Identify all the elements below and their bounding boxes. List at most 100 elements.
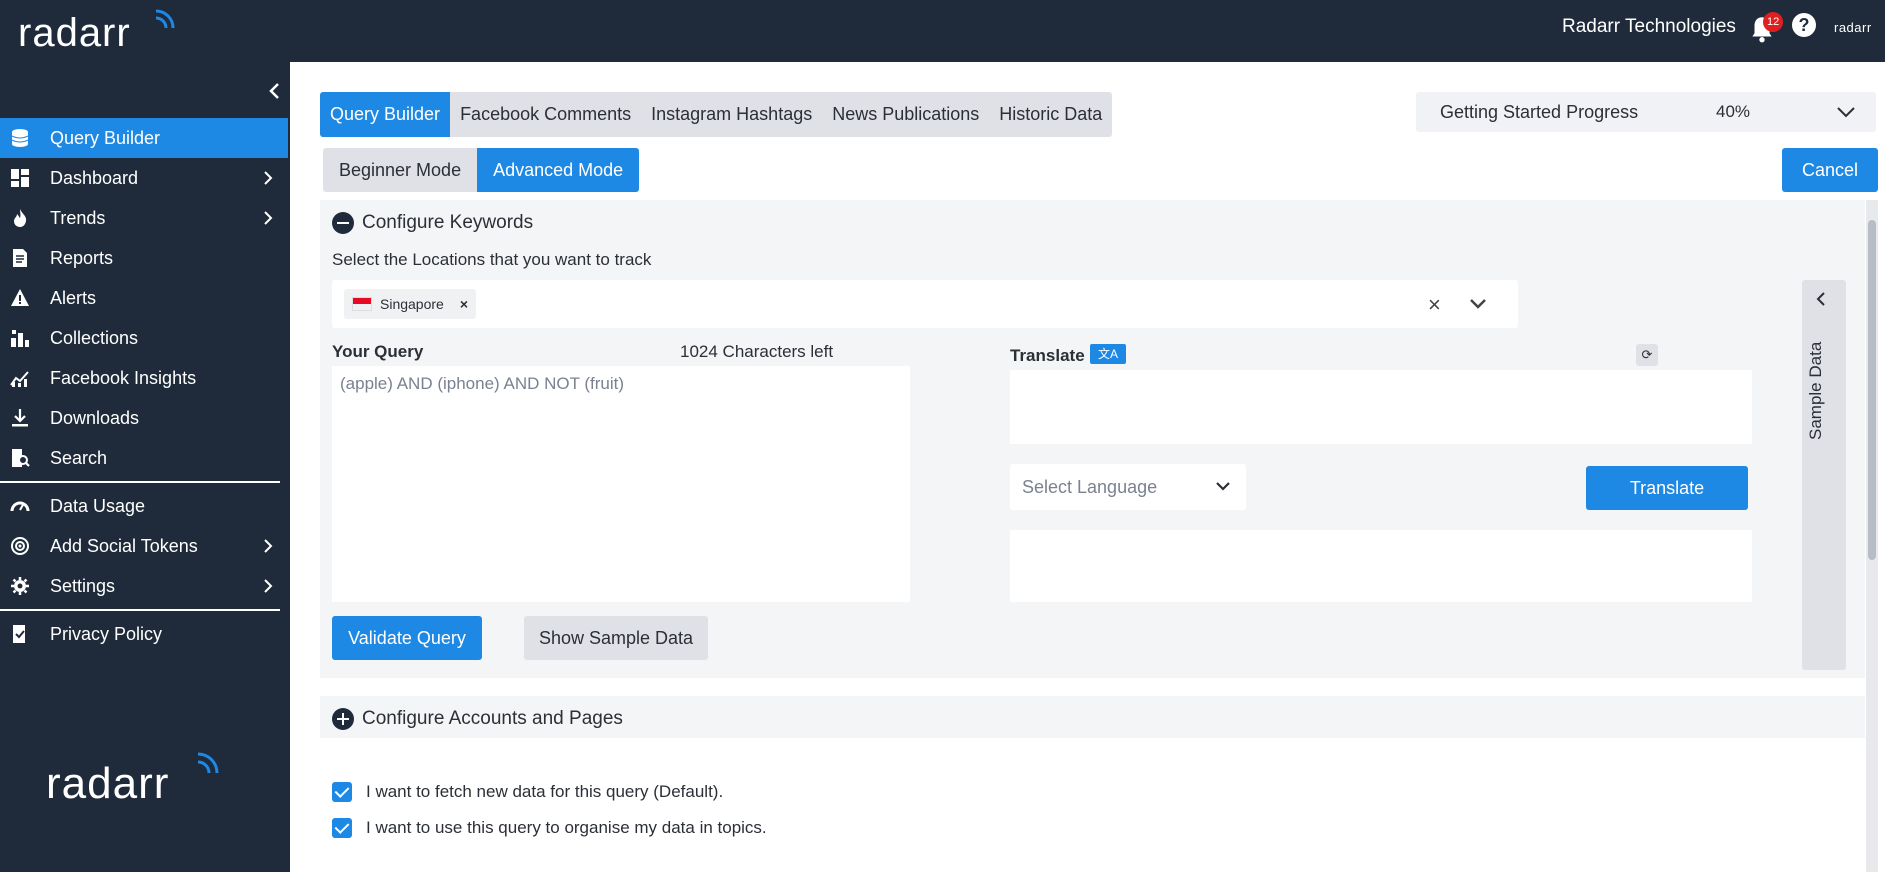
beginner-mode-button[interactable]: Beginner Mode — [323, 148, 477, 192]
chevron-down-icon — [1216, 482, 1230, 491]
show-sample-data-button[interactable]: Show Sample Data — [524, 616, 708, 660]
sidebar-item-add-social-tokens[interactable]: Add Social Tokens — [0, 526, 288, 566]
warning-icon — [11, 289, 29, 306]
translation-output[interactable] — [1010, 530, 1752, 602]
query-label: Your Query — [332, 342, 424, 361]
sidebar-item-label: Downloads — [50, 408, 140, 428]
sample-data-label: Sample Data — [1806, 341, 1825, 440]
progress-percent: 40% — [1716, 102, 1751, 121]
chevron-right-icon — [264, 539, 273, 553]
sidebar-item-label: Data Usage — [50, 496, 146, 516]
remove-chip-icon[interactable]: × — [460, 296, 468, 312]
option-row: I want to use this query to organise my … — [332, 816, 767, 840]
chevron-left-icon[interactable] — [1814, 290, 1828, 308]
sidebar-item-collections[interactable]: Collections — [0, 318, 288, 358]
tab-news-publications[interactable]: News Publications — [822, 92, 989, 137]
sidebar-item-dashboard[interactable]: Dashboard — [0, 158, 288, 198]
chevron-right-icon — [264, 579, 273, 593]
option-label: I want to use this query to organise my … — [366, 818, 767, 837]
organise-topics-checkbox[interactable] — [332, 818, 352, 838]
sidebar-item-label: Facebook Insights — [50, 368, 197, 388]
sample-data-panel[interactable]: Sample Data — [1802, 280, 1846, 670]
section-title: Configure Accounts and Pages — [362, 708, 623, 729]
sidebar: Query Builder Dashboard Trends Reports Alert… — [0, 62, 290, 872]
location-select[interactable]: Singapore × × — [332, 280, 1518, 328]
advanced-mode-button[interactable]: Advanced Mode — [477, 148, 640, 192]
source-tabs: Query Builder Facebook Comments Instagram … — [320, 92, 1113, 137]
progress-label: Getting Started Progress — [1440, 102, 1639, 122]
query-input[interactable] — [332, 366, 910, 602]
tab-historic-data[interactable]: Historic Data — [989, 92, 1112, 137]
option-label: I want to fetch new data for this query … — [366, 782, 724, 801]
svg-text:radarr: radarr — [18, 11, 131, 55]
fetch-data-checkbox[interactable] — [332, 782, 352, 802]
translate-label: Translate — [1010, 346, 1085, 365]
sidebar-item-alerts[interactable]: Alerts — [0, 278, 288, 318]
tab-facebook-comments[interactable]: Facebook Comments — [450, 92, 641, 137]
notification-badge: 12 — [1763, 12, 1784, 32]
sidebar-item-facebook-insights[interactable]: Facebook Insights — [0, 358, 288, 398]
clear-icon[interactable]: × — [1428, 292, 1448, 317]
svg-text:radarr: radarr — [46, 759, 169, 806]
configure-keywords-section: Configure Keywords Select the Locations … — [320, 200, 1865, 678]
sidebar-item-data-usage[interactable]: Data Usage — [0, 486, 288, 526]
section-title: Configure Keywords — [362, 212, 534, 233]
sidebar-item-label: Search — [50, 448, 108, 468]
sidebar-item-label: Settings — [50, 576, 116, 596]
language-select[interactable]: Select Language — [1010, 464, 1246, 510]
tab-instagram-hashtags[interactable]: Instagram Hashtags — [641, 92, 822, 137]
chart-line-icon — [10, 371, 29, 387]
sidebar-divider — [0, 609, 280, 611]
collapse-minus-icon[interactable] — [332, 212, 354, 234]
sidebar-item-label: Alerts — [50, 288, 97, 308]
sidebar-item-label: Collections — [50, 328, 139, 348]
sidebar-item-settings[interactable]: Settings — [0, 566, 288, 606]
characters-left: 1024 Characters left — [680, 342, 834, 361]
tab-query-builder[interactable]: Query Builder — [320, 92, 451, 137]
scrollbar[interactable] — [1866, 200, 1878, 872]
sidebar-collapse-icon[interactable] — [268, 82, 288, 102]
sidebar-item-label: Add Social Tokens — [50, 536, 198, 556]
scroll-thumb[interactable] — [1868, 220, 1876, 560]
chevron-right-icon — [264, 171, 273, 185]
gear-icon — [11, 577, 29, 595]
chevron-down-icon[interactable] — [1836, 104, 1856, 120]
sidebar-divider — [0, 481, 280, 483]
flame-icon — [14, 209, 27, 227]
sidebar-item-trends[interactable]: Trends — [0, 198, 288, 238]
top-bar: radarr Radarr Technologies 12 ? radarr — [0, 0, 1885, 62]
help-icon[interactable]: ? — [1792, 13, 1816, 37]
configure-accounts-section: Configure Accounts and Pages — [320, 696, 1865, 738]
collections-icon — [11, 330, 29, 347]
cancel-button[interactable]: Cancel — [1782, 148, 1878, 192]
sidebar-item-downloads[interactable]: Downloads — [0, 398, 288, 438]
sidebar-item-reports[interactable]: Reports — [0, 238, 288, 278]
chevron-right-icon — [264, 211, 273, 225]
location-chip-label: Singapore — [380, 296, 444, 312]
sidebar-item-privacy-policy[interactable]: Privacy Policy — [0, 614, 288, 654]
singapore-flag-icon — [352, 297, 372, 311]
sidebar-item-query-builder[interactable]: Query Builder — [0, 118, 288, 158]
translate-button[interactable]: Translate — [1586, 466, 1748, 510]
target-icon — [11, 537, 29, 555]
expand-plus-icon[interactable] — [332, 708, 354, 730]
sidebar-nav: Query Builder Dashboard Trends Reports Alert… — [0, 118, 288, 654]
radarr-logo[interactable]: radarr — [18, 6, 188, 56]
account-logo[interactable]: radarr — [1834, 20, 1872, 35]
sidebar-item-search[interactable]: Search — [0, 438, 288, 478]
refresh-icon[interactable]: ⟳ — [1636, 344, 1658, 366]
gauge-icon — [10, 501, 30, 512]
getting-started-progress[interactable]: Getting Started Progress 40% — [1416, 92, 1876, 132]
database-icon — [11, 129, 29, 147]
locations-label: Select the Locations that you want to tr… — [332, 250, 652, 269]
download-icon — [12, 409, 28, 427]
translate-input[interactable] — [1010, 370, 1752, 444]
sidebar-item-label: Trends — [50, 208, 106, 228]
organization-name[interactable]: Radarr Technologies — [1562, 16, 1736, 38]
chevron-down-icon[interactable] — [1468, 294, 1488, 314]
validate-query-button[interactable]: Validate Query — [332, 616, 482, 660]
translate-icon: 文A — [1090, 344, 1126, 364]
shield-doc-icon — [13, 625, 25, 643]
sidebar-item-label: Dashboard — [50, 168, 139, 188]
location-chip: Singapore × — [344, 289, 477, 319]
